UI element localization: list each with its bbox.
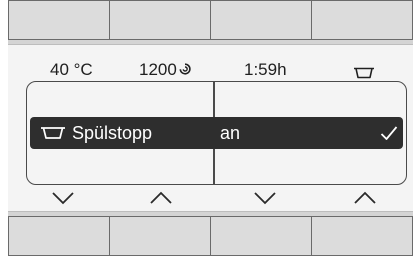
tub-icon: [40, 126, 66, 145]
top-button-1[interactable]: [8, 0, 110, 40]
bottom-button-2[interactable]: [110, 216, 211, 256]
top-button-row: [8, 0, 413, 40]
chevron-down-icon[interactable]: [51, 189, 75, 207]
chevron-up-icon[interactable]: [149, 189, 173, 207]
menu-row-value: an: [220, 123, 241, 143]
chevron-up-icon[interactable]: [353, 189, 377, 207]
appliance-panel: 40 °C 1200 1:59h Spülstopp an: [8, 0, 413, 256]
status-bar: 40 °C 1200 1:59h: [8, 59, 413, 81]
menu-row-spuelstopp[interactable]: Spülstopp an: [30, 117, 403, 149]
temperature-readout: 40 °C: [50, 60, 93, 79]
duration-readout: 1:59h: [244, 60, 287, 79]
checkmark-icon: [380, 125, 398, 146]
chevron-down-icon[interactable]: [253, 189, 277, 207]
menu-row-label: Spülstopp: [72, 123, 153, 143]
bottom-button-3[interactable]: [211, 216, 312, 256]
navigation-arrows: [8, 185, 413, 211]
top-button-2[interactable]: [110, 0, 211, 40]
bottom-button-row: [8, 216, 413, 256]
spin-icon: [179, 63, 191, 75]
bottom-button-1[interactable]: [8, 216, 110, 256]
top-button-3[interactable]: [211, 0, 312, 40]
display-screen: 40 °C 1200 1:59h Spülstopp an: [8, 44, 413, 212]
spin-speed-readout: 1200: [139, 59, 192, 81]
bottom-button-4[interactable]: [312, 216, 413, 256]
top-button-4[interactable]: [312, 0, 413, 40]
spin-speed-value: 1200: [139, 60, 177, 79]
